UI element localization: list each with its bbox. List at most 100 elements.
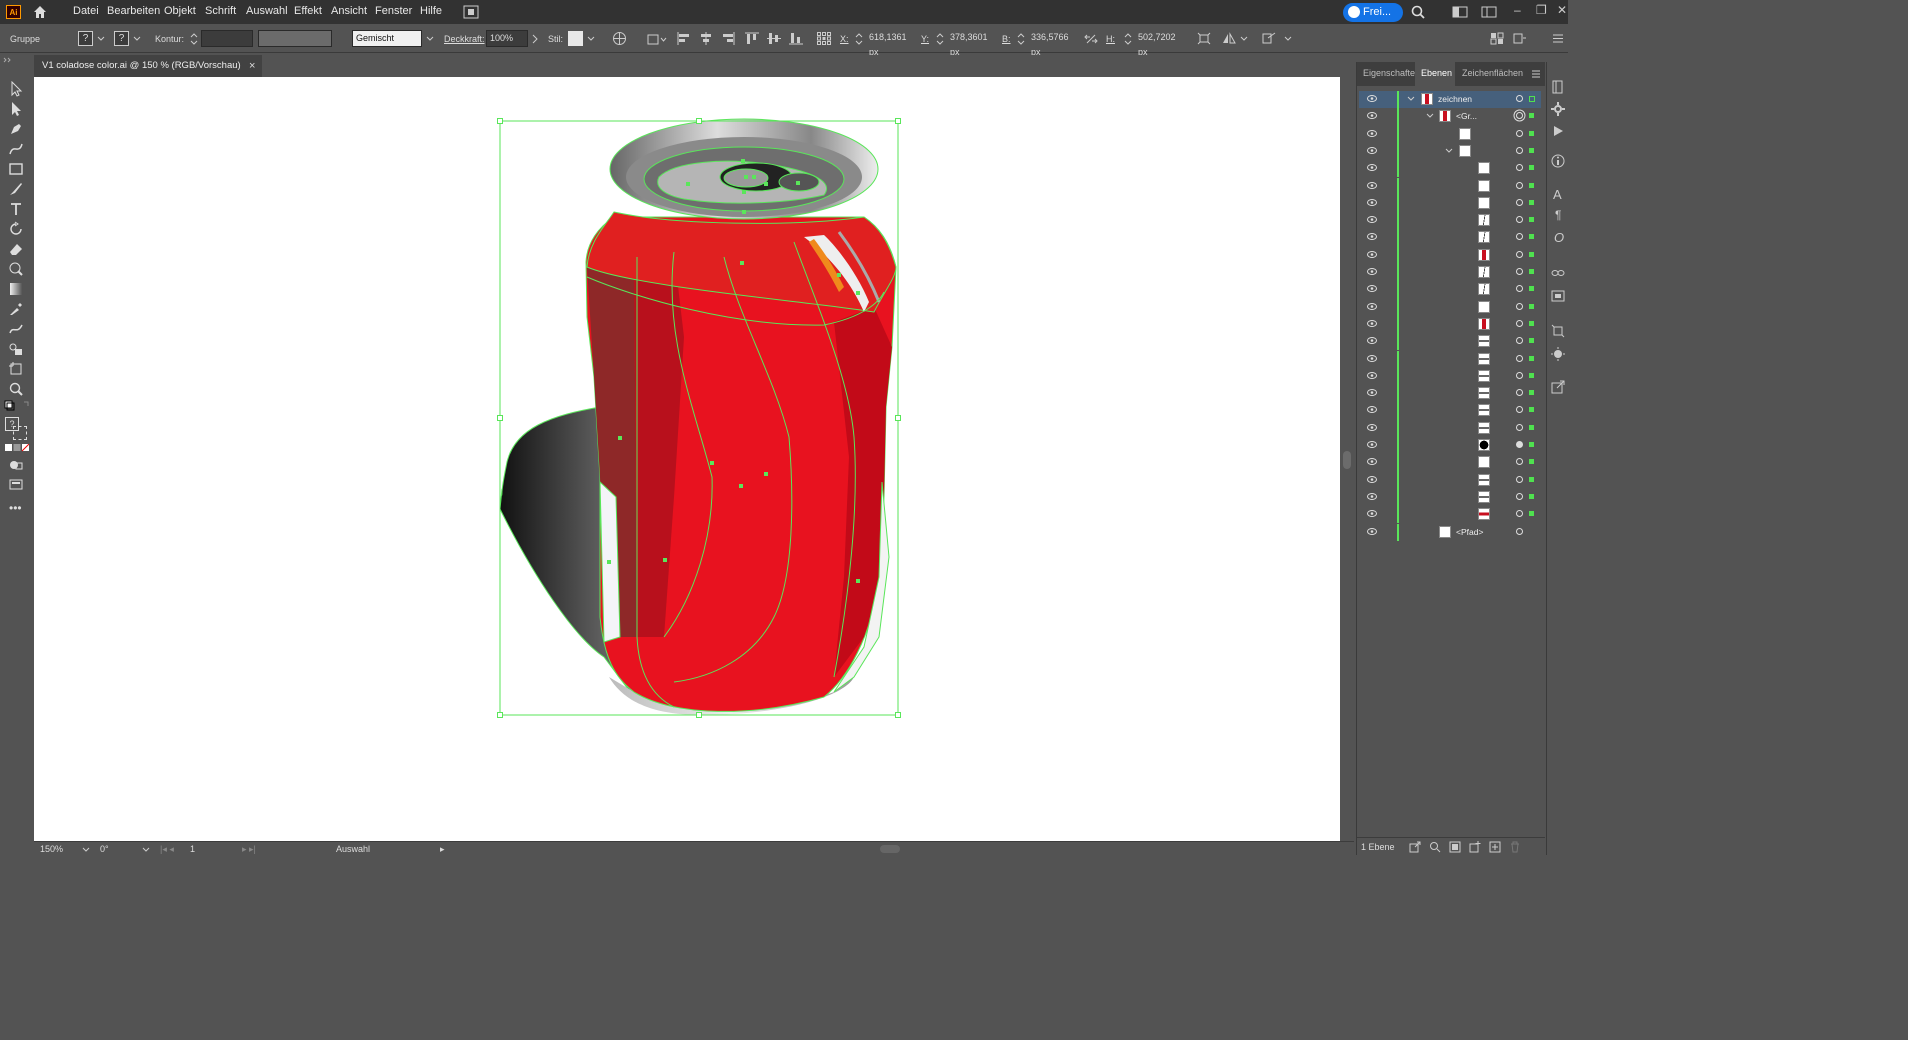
chevron-down-icon[interactable] xyxy=(1426,113,1434,119)
layer-row[interactable] xyxy=(1359,454,1541,472)
graphic-style-swatch[interactable] xyxy=(568,31,583,46)
selection-indicator[interactable] xyxy=(1529,147,1534,153)
layer-row[interactable]: zeichnen xyxy=(1359,91,1541,109)
target-icon[interactable] xyxy=(1516,164,1523,172)
layer-row[interactable] xyxy=(1359,367,1541,386)
visibility-eye-icon[interactable] xyxy=(1367,146,1377,154)
target-icon[interactable] xyxy=(1516,268,1523,275)
selection-indicator[interactable] xyxy=(1529,96,1535,102)
free-transform-tool-icon[interactable] xyxy=(8,261,24,277)
clipping-mask-icon[interactable] xyxy=(1449,841,1461,853)
target-icon[interactable] xyxy=(1516,216,1523,224)
selection-indicator[interactable] xyxy=(1529,407,1534,413)
selection-indicator[interactable] xyxy=(1529,511,1534,517)
stroke-weight-field[interactable] xyxy=(201,30,253,47)
export-for-screens-icon[interactable] xyxy=(1551,380,1565,394)
target-icon[interactable] xyxy=(1516,319,1523,327)
selection-indicator[interactable] xyxy=(1529,390,1534,396)
visibility-eye-icon[interactable] xyxy=(1367,112,1377,120)
layer-row[interactable] xyxy=(1359,177,1541,195)
x-field[interactable]: 618,1361 px xyxy=(866,30,916,57)
chevron-down-icon[interactable] xyxy=(1284,36,1292,42)
chevron-down-icon[interactable] xyxy=(587,36,595,42)
target-icon[interactable] xyxy=(1516,441,1523,448)
hamburger-icon[interactable] xyxy=(1551,32,1565,45)
target-icon[interactable] xyxy=(1516,112,1523,120)
character-icon[interactable]: A xyxy=(1553,187,1562,202)
tab-layers[interactable]: Ebenen xyxy=(1421,68,1452,78)
visibility-eye-icon[interactable] xyxy=(1367,492,1377,500)
visibility-eye-icon[interactable] xyxy=(1367,475,1377,483)
rectangle-tool-icon[interactable] xyxy=(8,161,24,177)
layer-row[interactable] xyxy=(1359,246,1541,264)
visibility-eye-icon[interactable] xyxy=(1367,441,1377,448)
fill-swatch[interactable]: ? xyxy=(78,31,93,46)
stepper-icon[interactable] xyxy=(1124,32,1132,46)
isolate-group-icon[interactable] xyxy=(1262,32,1276,45)
panel-menu-icon[interactable] xyxy=(1513,32,1527,45)
layer-name[interactable]: <Pfad> xyxy=(1456,527,1483,537)
pen-tool-icon[interactable] xyxy=(8,121,24,137)
visibility-eye-icon[interactable] xyxy=(1367,129,1377,137)
target-icon[interactable] xyxy=(1516,198,1523,206)
menu-hilfe[interactable]: Hilfe xyxy=(420,5,442,17)
menu-objekt[interactable]: Objekt xyxy=(164,5,196,17)
selection-indicator[interactable] xyxy=(1529,372,1534,378)
selection-indicator[interactable] xyxy=(1529,269,1534,274)
layer-row[interactable] xyxy=(1359,298,1541,316)
visibility-eye-icon[interactable] xyxy=(1367,458,1377,466)
selection-indicator[interactable] xyxy=(1529,286,1534,292)
target-icon[interactable] xyxy=(1516,233,1523,241)
recolor-artwork-icon[interactable] xyxy=(612,31,627,46)
visibility-eye-icon[interactable] xyxy=(1367,302,1377,310)
minimize-icon[interactable]: – xyxy=(1514,3,1521,17)
target-icon[interactable] xyxy=(1516,492,1523,500)
selection-indicator[interactable] xyxy=(1529,424,1534,430)
arrange-documents-icon[interactable] xyxy=(463,5,479,19)
layer-row[interactable]: <Gr... xyxy=(1359,108,1541,126)
opacity-label[interactable]: Deckkraft: xyxy=(444,34,485,44)
visibility-eye-icon[interactable] xyxy=(1367,527,1377,535)
selection-indicator[interactable] xyxy=(1529,217,1534,223)
target-icon[interactable] xyxy=(1516,337,1523,345)
rotation-value[interactable]: 0° xyxy=(100,844,109,854)
panel-layout-icon[interactable] xyxy=(1481,6,1497,18)
transform-icon[interactable] xyxy=(1197,32,1211,45)
selection-indicator[interactable] xyxy=(1529,165,1534,171)
direct-selection-tool-icon[interactable] xyxy=(8,101,24,117)
default-colors-icon[interactable] xyxy=(4,400,30,412)
y-field[interactable]: 378,3601 px xyxy=(947,30,997,57)
visibility-eye-icon[interactable] xyxy=(1367,423,1377,431)
share-button[interactable]: Frei... xyxy=(1343,3,1403,22)
selection-indicator[interactable] xyxy=(1529,251,1534,257)
layer-name[interactable]: zeichnen xyxy=(1438,94,1472,104)
transform-panel-icon[interactable] xyxy=(1551,324,1565,338)
selection-indicator[interactable] xyxy=(1529,320,1534,326)
selection-indicator[interactable] xyxy=(1529,355,1534,361)
selection-indicator[interactable] xyxy=(1529,130,1534,136)
visibility-eye-icon[interactable] xyxy=(1367,319,1377,327)
layer-row[interactable] xyxy=(1359,402,1541,420)
type-tool-icon[interactable] xyxy=(8,201,24,217)
layer-row[interactable] xyxy=(1359,385,1541,403)
flip-icon[interactable] xyxy=(1222,32,1236,45)
tab-artboards[interactable]: Zeichenflächen xyxy=(1462,68,1523,78)
visibility-eye-icon[interactable] xyxy=(1367,285,1377,293)
selection-indicator[interactable] xyxy=(1529,338,1534,344)
restore-icon[interactable]: ❐ xyxy=(1536,3,1547,17)
target-icon[interactable] xyxy=(1516,475,1523,483)
layer-row[interactable] xyxy=(1359,333,1541,351)
close-window-icon[interactable]: ✕ xyxy=(1557,3,1567,17)
collapse-icon[interactable] xyxy=(3,57,13,63)
reference-point-icon[interactable] xyxy=(817,32,831,45)
layer-row[interactable] xyxy=(1359,264,1541,282)
chevron-down-icon[interactable] xyxy=(97,36,105,42)
panel-options-icon[interactable] xyxy=(1531,70,1541,78)
target-icon[interactable] xyxy=(1516,129,1523,137)
chevron-down-icon[interactable] xyxy=(133,36,141,42)
chevron-down-icon[interactable] xyxy=(1240,36,1248,42)
next-artboard-icon[interactable]: ▸ ▸| xyxy=(242,844,256,855)
image-trace-icon[interactable] xyxy=(1551,290,1565,302)
menu-schrift[interactable]: Schrift xyxy=(205,5,236,17)
workspace-icon[interactable] xyxy=(1452,6,1468,18)
